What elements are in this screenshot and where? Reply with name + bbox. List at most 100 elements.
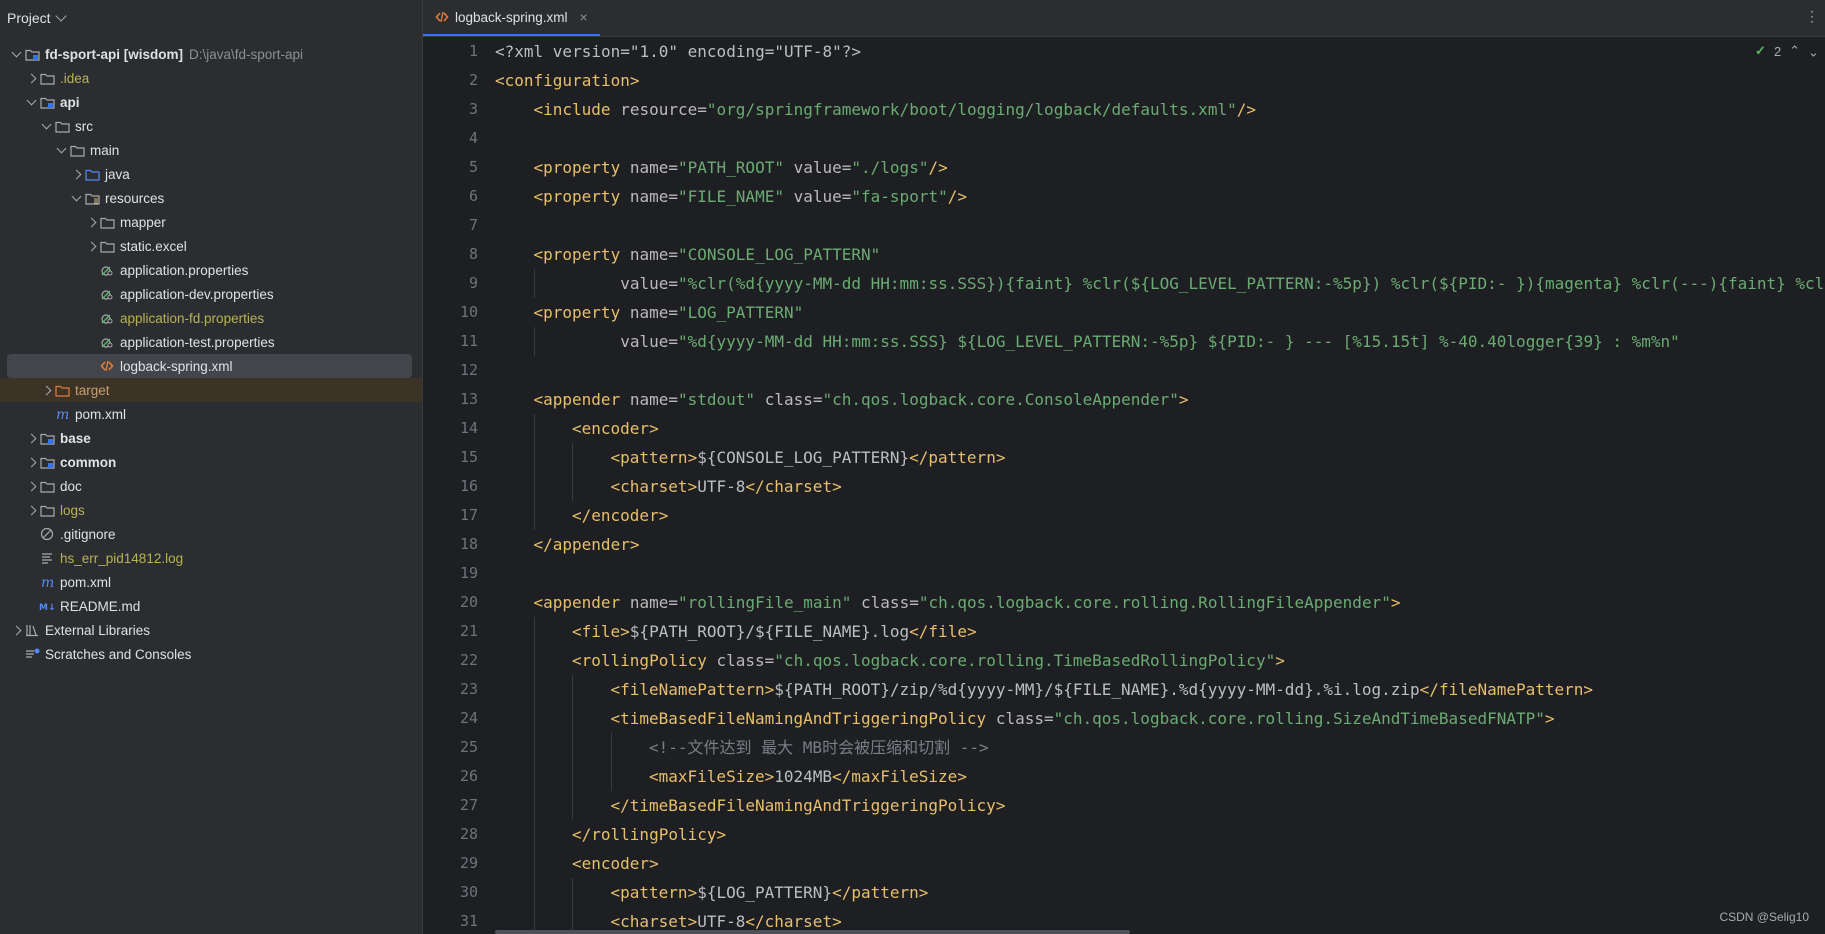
inspection-widget[interactable]: ✓ 2 ⌃ ⌃ [1755,43,1819,59]
tree-item[interactable]: src [0,114,422,138]
chevron-up-icon[interactable]: ⌃ [1789,43,1800,59]
tree-item[interactable]: static.excel [0,234,422,258]
tab-logback-spring-xml[interactable]: logback-spring.xml × [423,0,600,36]
tree-item[interactable]: base [0,426,422,450]
tree-item[interactable]: api [0,90,422,114]
code-line[interactable] [495,559,1825,588]
tree-item[interactable]: fd-sport-api [wisdom] D:\java\fd-sport-ap… [0,42,422,66]
close-icon[interactable]: × [580,9,588,25]
tree-item[interactable]: application-fd.properties [0,306,422,330]
chevron-right-icon[interactable] [8,622,24,638]
code-line-content: <charset>UTF-8</charset> [611,477,842,496]
code-line[interactable]: <appender name="rollingFile_main" class=… [495,588,1825,617]
code-line[interactable]: </rollingPolicy> [495,820,1825,849]
chevron-down-icon[interactable] [53,142,69,158]
tree-item[interactable]: application-test.properties [0,330,422,354]
code-line[interactable]: <encoder> [495,414,1825,443]
chevron-right-icon[interactable] [23,454,39,470]
code-token: </charset> [745,912,842,931]
code-line[interactable]: <configuration> [495,66,1825,95]
tree-item-label: External Libraries [45,622,151,638]
code-line[interactable] [495,211,1825,240]
chevron-right-icon[interactable] [83,214,99,230]
code-line[interactable]: <charset>UTF-8</charset> [495,472,1825,501]
code-line[interactable] [495,124,1825,153]
tree-item[interactable]: External Libraries [0,618,422,642]
code-line[interactable]: <property name="LOG_PATTERN" [495,298,1825,327]
code-line[interactable]: <fileNamePattern>${PATH_ROOT}/zip/%d{yyy… [495,675,1825,704]
code-line[interactable]: <appender name="stdout" class="ch.qos.lo… [495,385,1825,414]
chevron-down-icon[interactable] [23,94,39,110]
tree-item[interactable]: m pom.xml [0,570,422,594]
code-line[interactable]: <property name="FILE_NAME" value="fa-spo… [495,182,1825,211]
code-line[interactable]: value="%d{yyyy-MM-dd HH:mm:ss.SSS} ${LOG… [495,327,1825,356]
chevron-right-icon[interactable] [38,382,54,398]
code-line[interactable]: <!--文件达到 最大 MB时会被压缩和切割 --> [495,733,1825,762]
chevron-down-icon[interactable] [38,118,54,134]
tree-item[interactable]: logback-spring.xml [0,354,422,378]
code-line[interactable]: </appender> [495,530,1825,559]
tree-item[interactable]: M↓ README.md [0,594,422,618]
tree-item[interactable]: m pom.xml [0,402,422,426]
code-line[interactable]: </timeBasedFileNamingAndTriggeringPolicy… [495,791,1825,820]
code-line[interactable]: value="%clr(%d{yyyy-MM-dd HH:mm:ss.SSS})… [495,269,1825,298]
chevron-right-icon[interactable] [68,166,84,182]
code-line[interactable]: <file>${PATH_ROOT}/${FILE_NAME}.log</fil… [495,617,1825,646]
line-number: 1 [468,42,478,60]
code-token: ${PATH_ROOT}/${FILE_NAME}.log [629,622,910,641]
horizontal-scrollbar[interactable] [495,930,1130,934]
code-line[interactable]: <property name="CONSOLE_LOG_PATTERN" [495,240,1825,269]
tree-item[interactable]: java [0,162,422,186]
code-editor[interactable]: 1 2 3 4 5 6 7 8 9 10 11 12 13 14 15 16 17 18 19 20 21 22 23 24 2… [423,37,1825,934]
code-line[interactable]: <pattern>${LOG_PATTERN}</pattern> [495,878,1825,907]
module-folder-icon [39,94,55,110]
code-line-content: <fileNamePattern>${PATH_ROOT}/zip/%d{yyy… [611,680,1594,699]
tree-item[interactable]: mapper [0,210,422,234]
code-token: class= [861,593,919,612]
tree-item[interactable]: resources [0,186,422,210]
code-token: "./logs" [851,158,929,177]
inspection-count: 2 [1773,43,1782,59]
code-line-content: <appender name="rollingFile_main" class=… [534,593,1401,612]
code-line[interactable]: <property name="PATH_ROOT" value="./logs… [495,153,1825,182]
more-vertical-icon[interactable]: ⋮ [1805,8,1819,25]
tree-item[interactable]: .gitignore [0,522,422,546]
tree-item[interactable]: main [0,138,422,162]
tree-item[interactable]: logs [0,498,422,522]
code-token: </charset> [745,477,842,496]
chevron-right-icon[interactable] [23,430,39,446]
chevron-down-icon[interactable] [68,190,84,206]
code-line[interactable]: <rollingPolicy class="ch.qos.logback.cor… [495,646,1825,675]
tree-item[interactable]: doc [0,474,422,498]
tree-item[interactable]: common [0,450,422,474]
code-token: </fileNamePattern> [1419,680,1594,699]
code-line[interactable]: <timeBasedFileNamingAndTriggeringPolicy … [495,704,1825,733]
tree-item[interactable]: .idea [0,66,422,90]
tree-item[interactable]: target [0,378,422,402]
chevron-down-icon[interactable]: ⌃ [1808,43,1819,59]
tree-item[interactable]: application.properties [0,258,422,282]
code-area[interactable]: <?xml version="1.0" encoding="UTF-8"?> <c… [495,37,1825,934]
code-line[interactable]: <pattern>${CONSOLE_LOG_PATTERN}</pattern… [495,443,1825,472]
tree-item[interactable]: hs_err_pid14812.log [0,546,422,570]
code-line[interactable]: <encoder> [495,849,1825,878]
code-line[interactable]: <include resource="org/springframework/b… [495,95,1825,124]
line-number: 13 [459,390,478,408]
code-line[interactable]: <maxFileSize>1024MB</maxFileSize> [495,762,1825,791]
chevron-right-icon[interactable] [83,238,99,254]
chevron-right-icon[interactable] [23,70,39,86]
chevron-right-icon[interactable] [23,478,39,494]
chevron-down-icon [54,10,67,22]
code-line[interactable]: <?xml version="1.0" encoding="UTF-8"?> [495,37,1825,66]
tree-item[interactable]: Scratches and Consoles [0,642,422,666]
code-line[interactable] [495,356,1825,385]
line-number: 19 [459,564,478,582]
line-number: 21 [459,622,478,640]
chevron-right-icon[interactable] [23,502,39,518]
code-line[interactable]: </encoder> [495,501,1825,530]
tree-item[interactable]: application-dev.properties [0,282,422,306]
project-view-selector[interactable]: Project [0,0,422,36]
chevron-down-icon[interactable] [8,46,24,62]
